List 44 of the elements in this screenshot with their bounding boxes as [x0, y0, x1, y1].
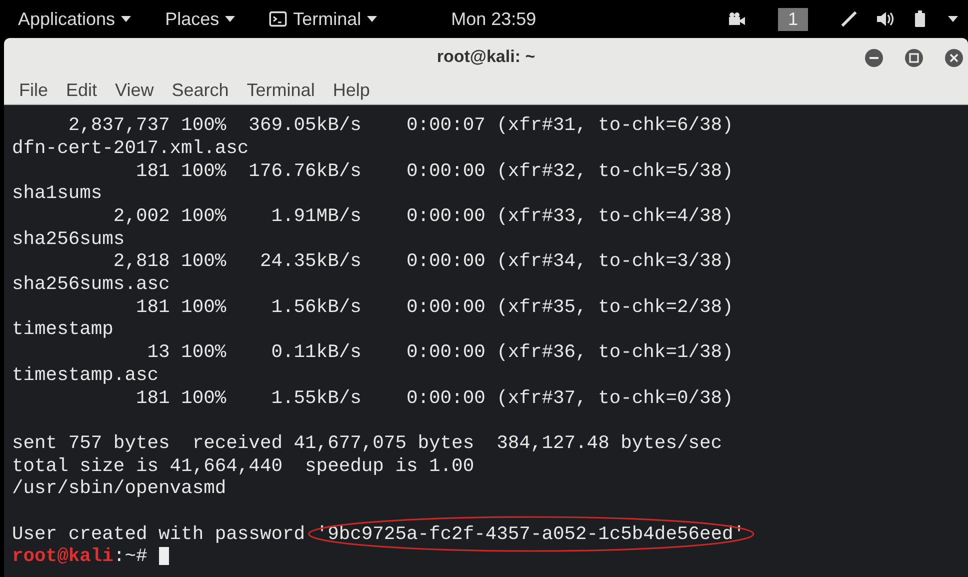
terminal-line: sha256sums [12, 228, 126, 250]
terminal-line: 2,818 100% 24.35kB/s 0:00:00 (xfr#34, to-chk=3/38) [112, 250, 734, 274]
close-button[interactable] [944, 48, 964, 68]
top-menu[interactable]: Places [161, 8, 240, 30]
prompt-user: root@kali [12, 545, 114, 568]
terminal-line: total size is 41,664,440 speedup is 1.00 [12, 454, 476, 478]
menu-item[interactable]: View [108, 80, 161, 101]
minimize-button[interactable] [864, 48, 884, 68]
caret-icon [367, 16, 378, 22]
terminal-line: 181 100% 1.56kB/s 0:00:00 (xfr#35, to-chk=2/38) [134, 296, 734, 318]
prompt-path: :~# [113, 545, 148, 568]
menu-item[interactable]: Search [164, 80, 236, 101]
clock[interactable]: Mon 23:59 [451, 8, 536, 30]
terminal-icon [269, 10, 288, 28]
terminal-line: 181 100% 176.76kB/s 0:00:00 (xfr#32, to-chk=5/38) [134, 160, 734, 182]
terminal-line: timestamp.asc [12, 364, 160, 386]
workspace-indicator[interactable]: 1 [778, 8, 808, 30]
text-cursor [159, 547, 170, 566]
password-text: '9bc9725a-fc2f-4357-a052-1c5b4de56eed' [316, 522, 745, 545]
terminal-line: /usr/sbin/openvasmd [12, 477, 228, 500]
caret-icon [121, 16, 132, 22]
terminal-line: dfn-cert-2017.xml.asc [12, 136, 250, 160]
terminal-line: User created with password [12, 522, 306, 545]
terminal-line: sent 757 bytes received 41,677,075 bytes 384,127.48 bytes/sec [12, 432, 724, 455]
menu-item[interactable]: File [12, 80, 56, 101]
caret-icon[interactable] [948, 16, 958, 22]
terminal-line: timestamp [12, 318, 114, 342]
caret-icon [225, 16, 236, 22]
terminal-line: 181 100% 1.55kB/s 0:00:00 (xfr#37, to-chk=0/38) [134, 386, 734, 410]
terminal-line: sha256sums.asc [12, 273, 171, 296]
top-menu[interactable]: Terminal [265, 8, 382, 30]
maximize-button[interactable] [904, 48, 924, 68]
terminal-line: sha1sums [12, 182, 104, 205]
terminal-line: 2,002 100% 1.91MB/s 0:00:00 (xfr#33, to-chk=4/38) [112, 205, 734, 228]
top-menu[interactable]: Applications [14, 8, 136, 30]
terminal-line: 13 100% 0.11kB/s 0:00:00 (xfr#36, to-chk=1/38) [146, 341, 734, 364]
menu-item[interactable]: Edit [59, 80, 104, 101]
window-title: root@kali: ~ [436, 46, 536, 67]
menu-item[interactable]: Terminal [240, 80, 322, 101]
camera-icon[interactable] [728, 10, 746, 28]
terminal-line: 2,837,737 100% 369.05kB/s 0:00:07 (xfr#31, to-chk=6/38) [67, 114, 734, 137]
pen-icon[interactable] [840, 10, 858, 28]
volume-icon[interactable] [876, 10, 894, 28]
menu-item[interactable]: Help [326, 80, 377, 101]
